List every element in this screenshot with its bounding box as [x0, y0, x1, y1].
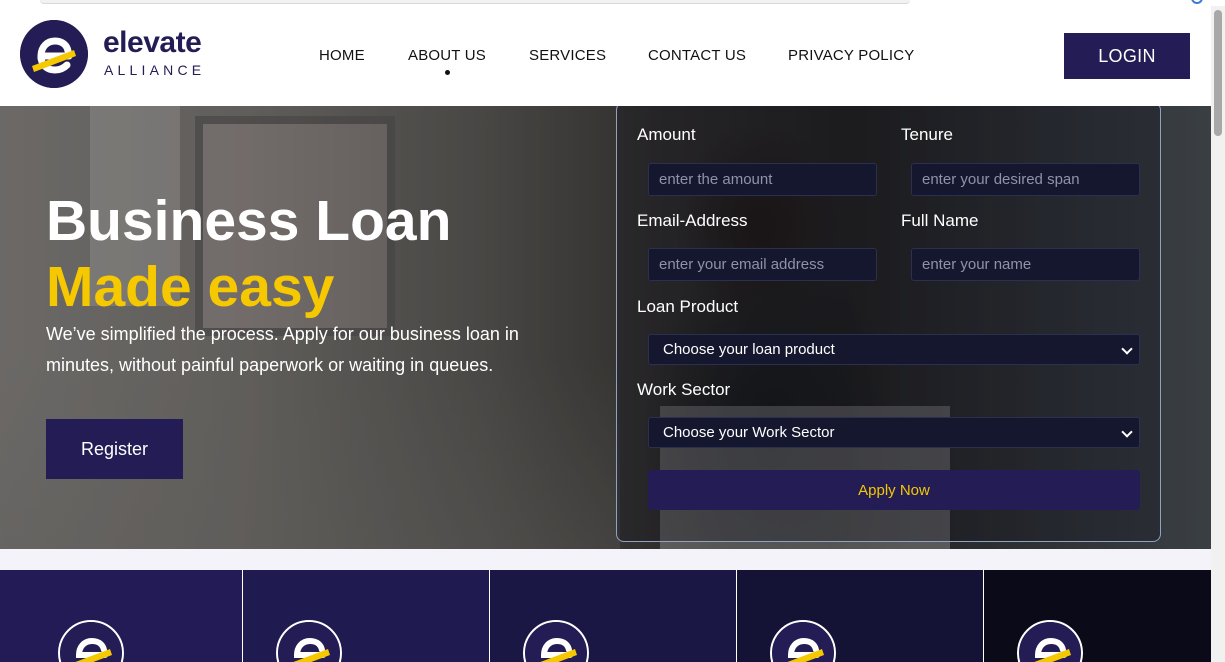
brand-tagline: ALLIANCE: [104, 62, 206, 78]
hero-title: Business Loan: [46, 189, 452, 253]
hero-section: Business Loan Made easy We’ve simplified…: [0, 106, 1211, 549]
register-button[interactable]: Register: [46, 419, 183, 479]
nav-item-contact-us[interactable]: CONTACT US: [648, 47, 746, 64]
hero-subtitle: Made easy: [46, 255, 335, 319]
chevron-down-icon: [1121, 426, 1133, 438]
nav-item-home[interactable]: HOME: [319, 47, 365, 64]
elevate-e-logo-icon: [276, 620, 342, 662]
hero-description: We’ve simplified the process. Apply for …: [46, 324, 519, 375]
amount-input[interactable]: [648, 163, 877, 196]
login-button[interactable]: LOGIN: [1064, 33, 1190, 79]
section-divider: [0, 549, 1211, 570]
apply-now-button[interactable]: Apply Now: [648, 470, 1140, 510]
work-sector-select[interactable]: Choose your Work Sector: [648, 417, 1140, 448]
full-name-label: Full Name: [901, 211, 979, 230]
feature-card[interactable]: [984, 570, 1211, 662]
loan-product-select[interactable]: Choose your loan product: [648, 334, 1140, 365]
profile-icon[interactable]: [1191, 0, 1203, 4]
nav-item-about-us[interactable]: ABOUT US: [408, 47, 486, 64]
nav-item-services[interactable]: SERVICES: [529, 47, 606, 64]
scrollbar-thumb[interactable]: [1214, 10, 1222, 136]
loan-product-select-value: Choose your loan product: [663, 341, 835, 358]
elevate-e-logo-icon: [20, 20, 88, 88]
brand-logo[interactable]: elevate ALLIANCE: [20, 20, 220, 92]
email-label: Email-Address: [637, 211, 748, 230]
nav-active-indicator: [445, 70, 450, 75]
feature-card[interactable]: [0, 570, 242, 662]
tenure-input[interactable]: [911, 163, 1140, 196]
page-scrollbar[interactable]: [1211, 6, 1225, 662]
work-sector-label: Work Sector: [637, 380, 731, 399]
work-sector-select-value: Choose your Work Sector: [663, 424, 835, 441]
feature-cards: [0, 570, 1211, 662]
nav-item-privacy-policy[interactable]: PRIVACY POLICY: [788, 47, 914, 64]
email-input[interactable]: [648, 248, 877, 281]
chevron-down-icon: [1121, 343, 1133, 355]
elevate-e-logo-icon: [770, 620, 836, 662]
feature-card[interactable]: [243, 570, 489, 662]
feature-card[interactable]: [490, 570, 736, 662]
loan-application-form: Amount Tenure Email-Address Full Name Lo…: [616, 106, 1161, 542]
elevate-e-logo-icon: [523, 620, 589, 662]
amount-label: Amount: [637, 125, 696, 144]
elevate-e-logo-icon: [1017, 620, 1083, 662]
full-name-input[interactable]: [911, 248, 1140, 281]
address-bar-edge: [40, 0, 910, 4]
elevate-e-logo-icon: [58, 620, 124, 662]
brand-name: elevate: [103, 26, 202, 59]
loan-product-label: Loan Product: [637, 297, 739, 316]
page: elevate ALLIANCE HOME ABOUT US SERVICES …: [0, 6, 1211, 662]
tenure-label: Tenure: [901, 125, 953, 144]
site-header: elevate ALLIANCE HOME ABOUT US SERVICES …: [0, 6, 1211, 106]
feature-card[interactable]: [737, 570, 983, 662]
